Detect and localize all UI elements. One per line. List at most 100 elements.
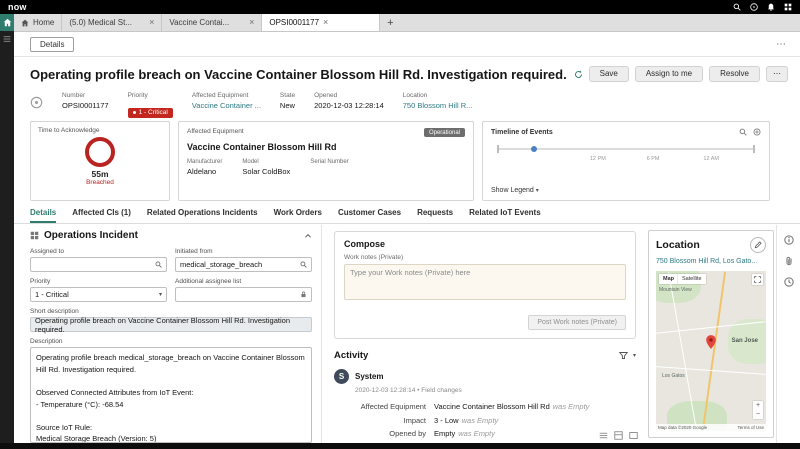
map-fullscreen-button[interactable] bbox=[752, 274, 763, 285]
meta-label: Opened bbox=[314, 92, 338, 99]
card-title: Timeline of Events bbox=[491, 128, 553, 136]
assigned-to-field: Assigned to bbox=[30, 248, 167, 272]
field-value bbox=[310, 167, 348, 175]
workspace-home-button[interactable] bbox=[0, 14, 14, 31]
timeline-of-events-card: Timeline of Events 12 PM 6 PM 12 AM Show… bbox=[482, 121, 770, 201]
timeline-zoom-icon[interactable] bbox=[753, 128, 761, 136]
sla-elapsed: 55m bbox=[91, 169, 109, 179]
close-tab-icon[interactable]: × bbox=[249, 18, 254, 27]
tab-related-iot-events[interactable]: Related IoT Events bbox=[469, 208, 541, 223]
timeline-search-icon[interactable] bbox=[739, 128, 747, 136]
timestamp: 2020-12-03 12:28:14 bbox=[355, 387, 416, 394]
timeline-start-handle[interactable] bbox=[497, 145, 499, 153]
activity-timestamp: 2020-12-03 12:28:14 • Field changes bbox=[355, 387, 636, 394]
field-label: Priority bbox=[30, 278, 51, 285]
map[interactable]: Mountain View San Jose Los Gatos Map Sat… bbox=[656, 271, 766, 431]
close-tab-icon[interactable]: × bbox=[323, 18, 328, 27]
field-changes-list: Affected Equipment Vaccine Container Blo… bbox=[334, 402, 636, 449]
post-work-notes-button[interactable]: Post Work notes (Private) bbox=[528, 315, 626, 330]
timeline-event-marker[interactable] bbox=[530, 146, 537, 152]
refresh-icon[interactable] bbox=[574, 70, 583, 79]
location-address-link[interactable]: 750 Blossom Hill Rd, Los Gato... bbox=[656, 258, 766, 265]
field-value: Aldelano bbox=[187, 167, 217, 176]
zoom-out-button[interactable]: − bbox=[753, 410, 763, 419]
lookup-search-icon[interactable] bbox=[155, 261, 162, 268]
form-column: Operations Incident Assigned to Initiate… bbox=[14, 225, 322, 443]
tab-work-orders[interactable]: Work Orders bbox=[274, 208, 322, 223]
assigned-to-input[interactable] bbox=[30, 257, 167, 272]
terms-link[interactable]: Terms of Use bbox=[737, 425, 764, 430]
card-view-icon[interactable] bbox=[629, 431, 638, 440]
tab-vaccine-container[interactable]: Vaccine Contai... × bbox=[162, 14, 263, 31]
satellite-view-button[interactable]: Satellite bbox=[678, 274, 706, 284]
field-label: Manufacturer bbox=[187, 159, 223, 165]
change-field: Opened by bbox=[389, 429, 426, 438]
work-notes-input[interactable] bbox=[344, 264, 626, 300]
more-actions-button[interactable]: ⋯ bbox=[766, 66, 788, 82]
additional-assignee-input[interactable] bbox=[175, 287, 312, 302]
location-title: Location bbox=[656, 239, 700, 251]
close-tab-icon[interactable]: × bbox=[149, 18, 154, 27]
tab-related-operations-incidents[interactable]: Related Operations Incidents bbox=[147, 208, 258, 223]
description-textarea[interactable]: Operating profile breach medical_storage… bbox=[30, 347, 312, 443]
timeline-tick: 6 PM bbox=[646, 156, 660, 162]
tab-affected-cis[interactable]: Affected CIs (1) bbox=[72, 208, 131, 223]
meta-location: Location 750 Blossom Hill R... bbox=[403, 92, 473, 110]
meta-label: Priority bbox=[127, 92, 148, 99]
meta-label: Location bbox=[402, 92, 428, 99]
edit-location-button[interactable] bbox=[750, 237, 766, 253]
location-link[interactable]: 750 Blossom Hill R... bbox=[403, 101, 473, 110]
sla-status: Breached bbox=[86, 179, 114, 186]
filter-icon[interactable] bbox=[618, 351, 628, 360]
compose-title: Compose bbox=[344, 239, 386, 249]
map-zoom-control[interactable]: + − bbox=[753, 400, 763, 419]
subheader-more-button[interactable]: ⋯ bbox=[776, 39, 786, 50]
history-icon[interactable] bbox=[783, 277, 794, 287]
list-view-icon[interactable] bbox=[599, 431, 608, 440]
details-button[interactable]: Details bbox=[30, 36, 75, 52]
lock-icon bbox=[300, 291, 307, 298]
location-panel: Location 750 Blossom Hill Rd, Los Gato..… bbox=[648, 230, 774, 438]
new-tab-button[interactable]: + bbox=[380, 14, 400, 31]
apps-grid-icon[interactable] bbox=[784, 3, 792, 11]
field-label: Description bbox=[30, 338, 63, 345]
tab-opsi0001177[interactable]: OPSI0001177 × bbox=[262, 14, 381, 31]
map-city-label: Los Gatos bbox=[662, 373, 685, 380]
search-icon[interactable] bbox=[733, 3, 741, 11]
zoom-in-button[interactable]: + bbox=[753, 401, 763, 410]
lists-icon[interactable] bbox=[0, 31, 14, 47]
help-icon[interactable] bbox=[750, 3, 758, 11]
events-timeline[interactable]: 12 PM 6 PM 12 AM bbox=[497, 136, 755, 185]
priority-select[interactable]: 1 - Critical ▾ bbox=[30, 287, 167, 302]
legend-label: Show Legend bbox=[491, 187, 534, 194]
notifications-icon[interactable] bbox=[767, 3, 775, 11]
compose-panel: Compose Work notes (Private) Post Work n… bbox=[334, 231, 636, 339]
show-legend-toggle[interactable]: Show Legend ▾ bbox=[491, 187, 761, 194]
save-button[interactable]: Save bbox=[588, 66, 629, 82]
collapse-section-icon[interactable] bbox=[304, 232, 312, 240]
tab-medical-storage[interactable]: (5.0) Medical St... × bbox=[62, 14, 163, 31]
short-description-input[interactable]: Operating profile breach on Vaccine Cont… bbox=[30, 316, 312, 334]
record-meta-row: Number OPSI0001177 Priority 1 - Critical… bbox=[30, 92, 770, 119]
tab-customer-cases[interactable]: Customer Cases bbox=[338, 208, 401, 223]
record-state-icon bbox=[30, 96, 43, 109]
change-field: Impact bbox=[403, 415, 426, 425]
tab-details[interactable]: Details bbox=[30, 208, 57, 223]
form-section-title: Operations Incident bbox=[44, 230, 138, 241]
chevron-down-icon[interactable]: ▾ bbox=[633, 352, 636, 359]
info-icon[interactable] bbox=[783, 235, 794, 245]
lookup-search-icon[interactable] bbox=[300, 261, 307, 268]
assign-to-me-button[interactable]: Assign to me bbox=[634, 66, 704, 82]
new-value: Empty bbox=[434, 429, 456, 438]
tab-home[interactable]: Home bbox=[14, 14, 63, 31]
grid-view-icon[interactable] bbox=[614, 431, 623, 440]
affected-equipment-link[interactable]: Vaccine Container ... bbox=[192, 101, 261, 110]
activity-title: Activity bbox=[334, 350, 369, 361]
timeline-end-handle[interactable] bbox=[753, 145, 755, 153]
equipment-manufacturer: Manufacturer Aldelano bbox=[187, 159, 222, 176]
initiated-from-input[interactable]: medical_storage_breach bbox=[175, 257, 312, 272]
tab-requests[interactable]: Requests bbox=[417, 208, 453, 223]
resolve-button[interactable]: Resolve bbox=[709, 66, 760, 82]
map-view-button[interactable]: Map bbox=[659, 274, 678, 284]
attachment-icon[interactable] bbox=[784, 256, 794, 266]
